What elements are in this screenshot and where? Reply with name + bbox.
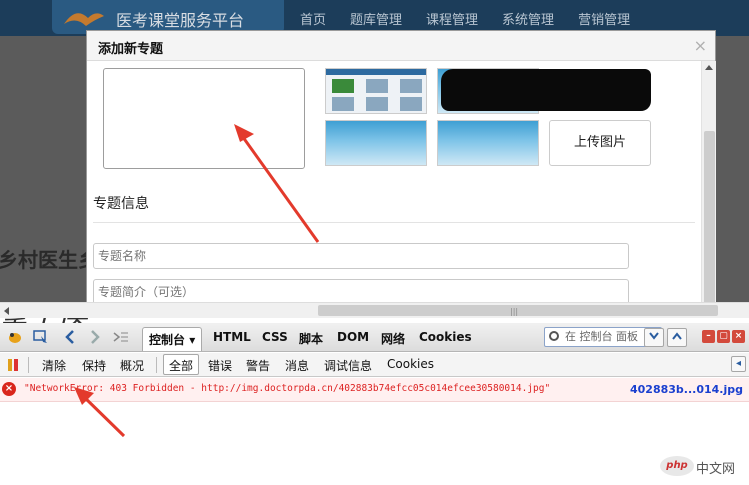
- console-error-row[interactable]: × "NetworkError: 403 Forbidden - http://…: [0, 378, 749, 402]
- grip-icon: |||: [510, 307, 519, 316]
- panel-options-icon[interactable]: ◂: [731, 356, 746, 372]
- error-icon: ×: [2, 382, 16, 396]
- nav-home[interactable]: 首页: [300, 9, 326, 28]
- dialog-title: 添加新专题: [98, 42, 164, 57]
- close-icon[interactable]: ×: [694, 36, 707, 55]
- command-line-icon[interactable]: [112, 329, 130, 345]
- dialog-scrollbar[interactable]: [701, 61, 716, 306]
- site-title: 医考课堂服务平台: [116, 11, 245, 30]
- error-source-link[interactable]: 402883b...014.jpg: [630, 383, 743, 396]
- scroll-up-icon[interactable]: [705, 65, 713, 70]
- filter-warnings[interactable]: 警告: [246, 357, 270, 374]
- nav-question-bank[interactable]: 题库管理: [350, 9, 402, 28]
- close-icon[interactable]: ×: [732, 330, 745, 343]
- thumbnail-image[interactable]: [325, 120, 427, 166]
- firebug-icon[interactable]: [6, 329, 24, 345]
- site-brand[interactable]: 医考课堂服务平台: [52, 0, 284, 34]
- inspect-icon[interactable]: [32, 329, 50, 345]
- chevron-down-icon: [649, 332, 659, 340]
- separator: [28, 357, 29, 373]
- divider: [93, 222, 695, 223]
- tab-console[interactable]: 控制台 ▾: [142, 327, 203, 351]
- tab-network[interactable]: 网络: [381, 330, 405, 347]
- section-title: 专题信息: [93, 196, 149, 212]
- console-filter-bar: 清除 保持 概况 全部 错误 警告 消息 调试信息 Cookies ◂: [0, 353, 749, 377]
- profile-button[interactable]: 概况: [120, 357, 144, 374]
- image-upload-area[interactable]: [103, 68, 305, 169]
- watermark: php 中文网: [660, 456, 742, 478]
- topic-name-input[interactable]: [93, 243, 629, 269]
- brand-logo-icon: [64, 13, 104, 26]
- nav-system[interactable]: 系统管理: [502, 9, 554, 28]
- persist-button[interactable]: 保持: [82, 357, 106, 374]
- clear-console-icon[interactable]: [6, 357, 20, 373]
- filter-cookies[interactable]: Cookies: [387, 357, 434, 371]
- minimize-icon[interactable]: –: [702, 330, 715, 343]
- error-message: "NetworkError: 403 Forbidden - http://im…: [24, 383, 551, 394]
- filter-all[interactable]: 全部: [163, 354, 200, 375]
- redaction-mark: [441, 69, 651, 111]
- filter-errors[interactable]: 错误: [208, 357, 232, 374]
- detach-icon[interactable]: ▢: [717, 330, 730, 343]
- search-next-button[interactable]: [644, 328, 664, 347]
- page-horizontal-scrollbar[interactable]: |||: [0, 302, 749, 318]
- tab-dom[interactable]: DOM: [337, 330, 369, 344]
- nav-courses[interactable]: 课程管理: [426, 9, 478, 28]
- chevron-up-icon: [672, 332, 682, 340]
- nav-marketing[interactable]: 营销管理: [578, 9, 630, 28]
- tab-html[interactable]: HTML: [213, 330, 251, 344]
- filter-info[interactable]: 消息: [285, 357, 309, 374]
- clear-button[interactable]: 清除: [42, 357, 66, 374]
- back-icon[interactable]: [62, 329, 80, 345]
- thumbnail-image[interactable]: [325, 68, 427, 114]
- search-prev-button[interactable]: [667, 328, 687, 347]
- watermark-text: 中文网: [696, 462, 736, 477]
- top-nav: 首页 题库管理 课程管理 系统管理 营销管理: [300, 9, 654, 28]
- scrollbar-thumb[interactable]: [704, 131, 715, 306]
- forward-icon[interactable]: [86, 329, 104, 345]
- tab-css[interactable]: CSS: [262, 330, 288, 344]
- firebug-toolbar: 控制台 ▾ HTML CSS 脚本 DOM 网络 Cookies 在 控制台 面…: [0, 323, 749, 352]
- separator: [156, 357, 157, 373]
- dialog-header: 添加新专题 ×: [87, 31, 715, 61]
- side-text: 乡村医生乡: [0, 248, 98, 272]
- filter-debug[interactable]: 调试信息: [324, 357, 372, 374]
- scroll-left-icon[interactable]: [4, 307, 9, 315]
- upload-image-button[interactable]: 上传图片: [549, 120, 651, 166]
- add-topic-dialog: 添加新专题 × 上传图片 专题信息: [86, 30, 716, 306]
- tab-cookies[interactable]: Cookies: [419, 330, 472, 344]
- tab-script[interactable]: 脚本: [299, 330, 323, 347]
- console-output: [0, 403, 749, 485]
- thumbnail-image[interactable]: [437, 120, 539, 166]
- watermark-logo: php: [660, 456, 694, 476]
- search-icon: [549, 331, 559, 341]
